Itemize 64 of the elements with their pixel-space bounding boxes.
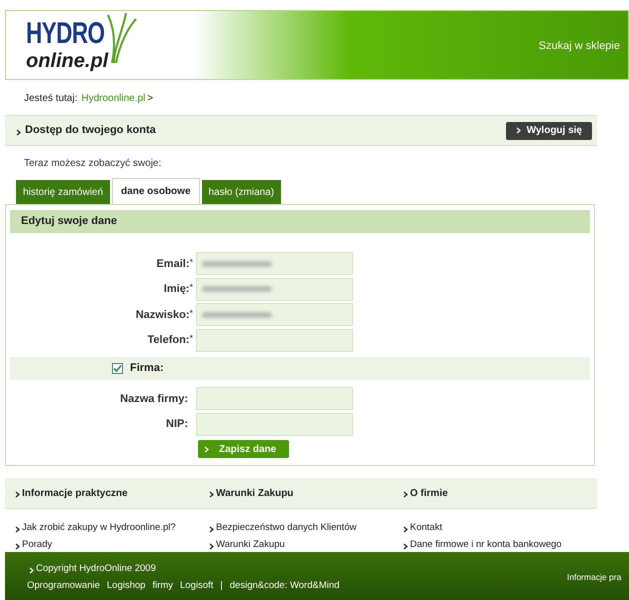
chevron-icon [15,543,20,550]
breadcrumb-separator: > [147,92,154,106]
breadcrumb-label: Jesteś tutaj: [24,92,78,106]
required-mark: * [189,282,193,292]
credit-link[interactable]: Oprogramowanie [27,579,100,594]
tab[interactable]: historię zamówień [16,180,110,204]
info-link[interactable]: Informacje pra [567,571,622,584]
footer-heading: Informacje praktyczne [22,486,128,500]
tab[interactable]: hasło (zmiana) [202,180,282,204]
field-label: Telefon: [148,334,190,346]
chevron-icon [209,491,214,498]
credit-link[interactable]: Logisoft [180,579,214,594]
input-field[interactable] [196,387,353,410]
field-label: Nazwisko: [136,308,190,320]
chevron-icon [209,543,214,550]
chevron-icon [403,526,408,534]
chevron-icon [15,491,20,498]
input-field[interactable] [196,412,353,436]
credit-link[interactable]: design&code: Word&Mind [230,579,340,594]
chevron-icon [204,446,209,452]
chevron-icon [15,526,20,534]
checkbox-label: Firma: [130,361,164,376]
input-field[interactable] [196,328,353,352]
footer-link[interactable]: Warunki Zakupu [216,538,285,552]
field-label: Imię: [164,283,190,295]
logout-button[interactable]: Wyloguj się [506,122,592,140]
input-field[interactable] [196,252,353,276]
logo-bottom-text: online.pl [26,51,110,71]
chevron-icon [403,491,408,498]
input-field[interactable] [196,278,353,301]
chevron-icon [29,566,34,574]
tab[interactable]: dane osobowe [112,178,200,204]
field-label: Nazwa firmy: [120,392,188,404]
save-button[interactable]: Zapisz dane [198,440,289,458]
copyright-text: Copyright HydroOnline 2009 [36,562,156,576]
footer-link[interactable]: Jak zrobić zakupy w Hydroonline.pl? [22,521,176,536]
field-label: NIP: [166,418,188,430]
form-title: Edytuj swoje dane [21,214,117,230]
blurred-value [202,286,272,292]
footer-link[interactable]: Bezpieczeństwo danych Klientów [216,521,356,536]
breadcrumb-link[interactable]: Hydroonline.pl [81,91,146,106]
footer-heading: O firmie [410,486,448,500]
credit-link[interactable]: Logishop [106,579,146,594]
blurred-value [202,312,272,318]
input-field[interactable] [196,303,353,326]
required-mark: * [189,308,193,318]
footer-link[interactable]: Porady [22,538,52,552]
chevron-icon [209,526,214,534]
chevron-icon [403,543,408,550]
blurred-value [202,260,272,267]
footer-link[interactable]: Kontakt [410,521,442,536]
credit-link[interactable]: | [220,579,223,594]
chevron-icon [16,128,21,136]
account-bar-title: Dostęp do twojego konta [25,123,156,138]
intro-text: Teraz możesz zobaczyć swoje: [23,157,162,171]
checkbox[interactable] [112,363,123,374]
required-mark: * [189,256,193,266]
credit-link[interactable]: firmy [152,579,174,594]
footer-link[interactable]: Dane firmowe i nr konta bankowego [410,538,562,552]
footer-heading: Warunki Zakupu [216,486,294,500]
required-mark: * [189,333,193,343]
chevron-icon [516,127,521,134]
logo-top-text: HYDRO [26,19,104,49]
field-label: Email: [156,258,190,270]
